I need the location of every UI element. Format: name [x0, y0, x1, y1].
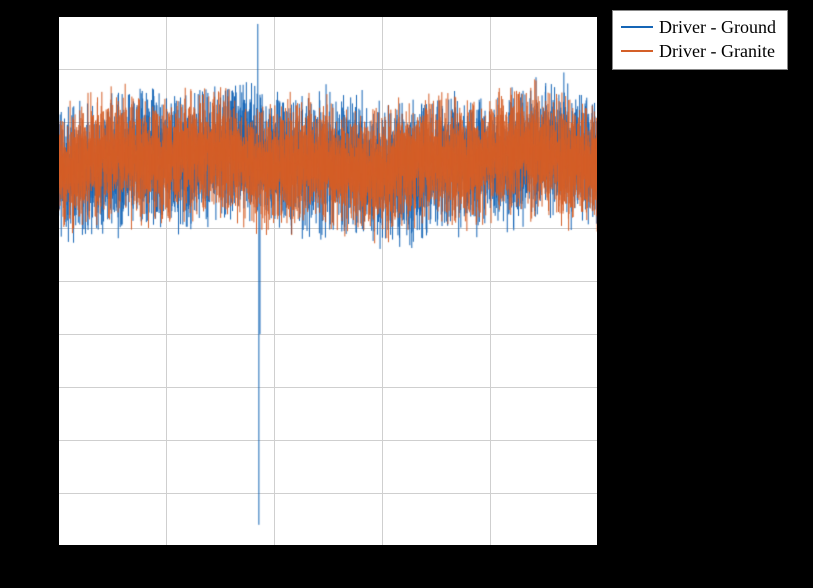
- legend-item-ground: Driver - Ground: [621, 15, 777, 39]
- plot-area: [58, 16, 598, 546]
- legend: Driver - Ground Driver - Granite: [612, 10, 788, 70]
- legend-swatch-ground: [621, 26, 653, 28]
- legend-swatch-granite: [621, 50, 653, 52]
- legend-label-ground: Driver - Ground: [659, 17, 776, 38]
- legend-label-granite: Driver - Granite: [659, 41, 775, 62]
- legend-item-granite: Driver - Granite: [621, 39, 777, 63]
- line-series-granite: [58, 16, 598, 546]
